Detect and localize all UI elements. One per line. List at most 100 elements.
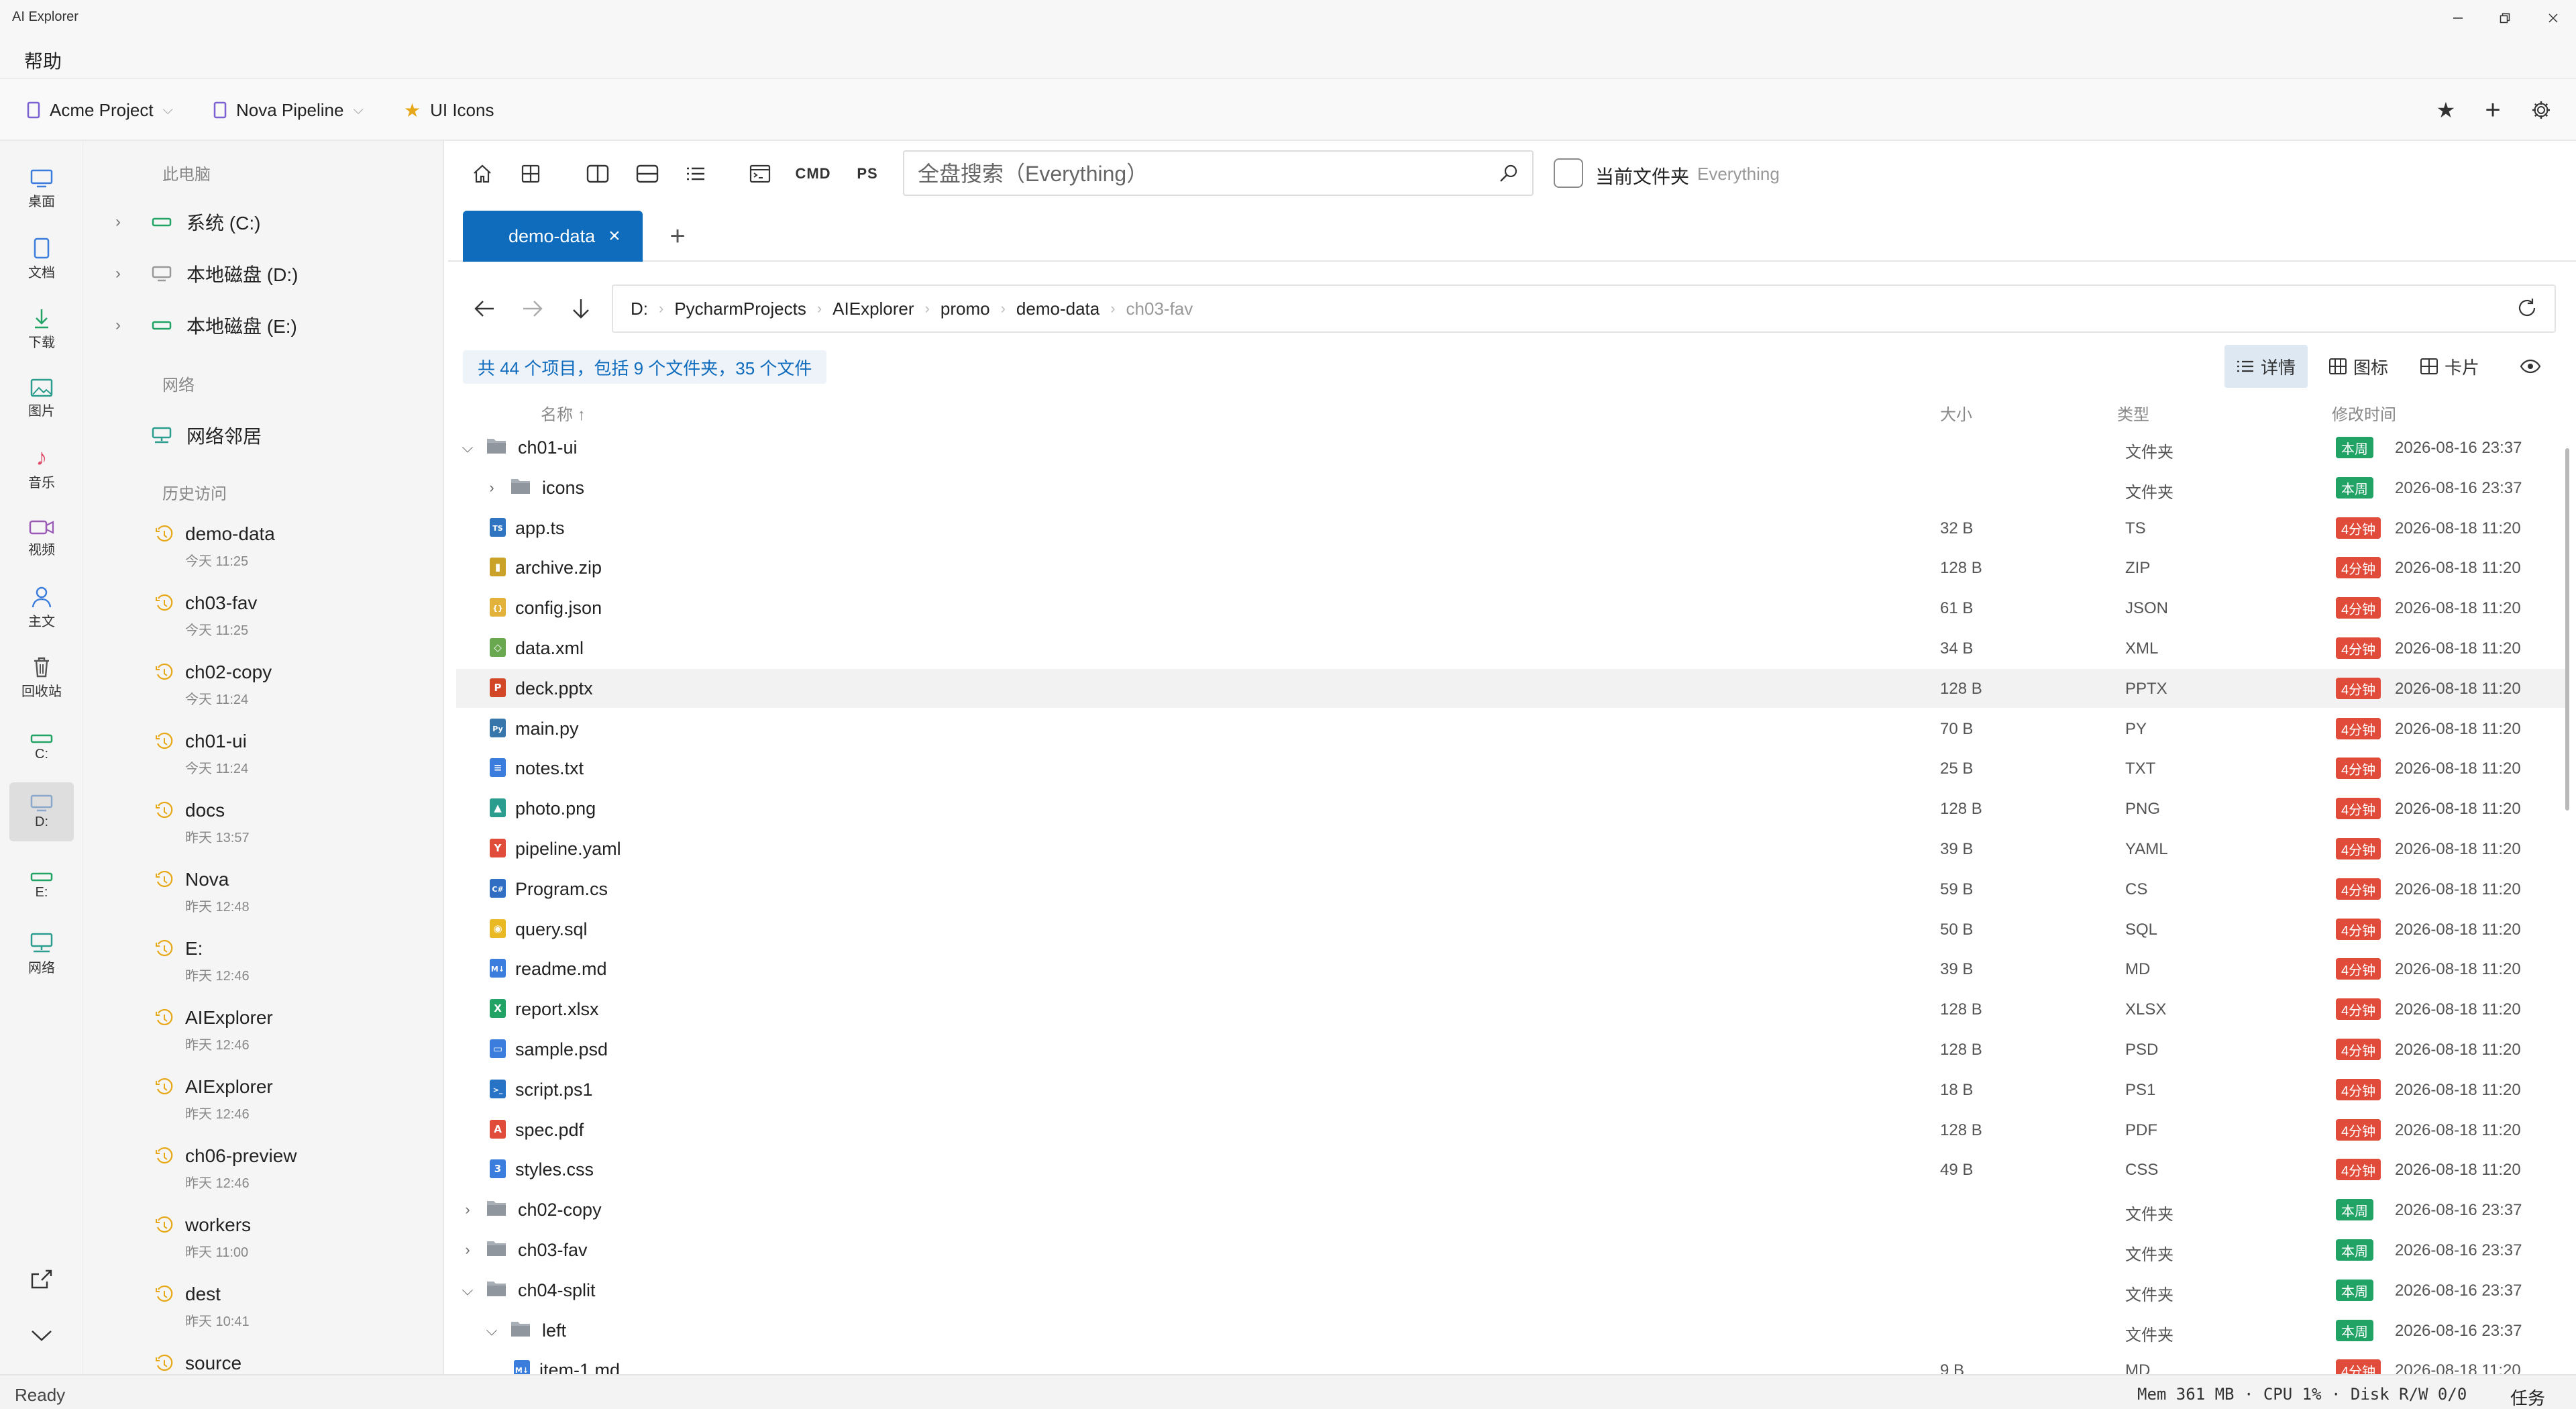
tab-demo-data[interactable]: demo-data × (463, 211, 643, 262)
chevron-down-icon[interactable]: ⌵ (459, 439, 476, 456)
powershell-button[interactable]: PS (851, 157, 884, 191)
rail-documents[interactable]: 文档 (9, 229, 74, 289)
new-tab-button[interactable]: + (657, 216, 698, 256)
add-project-button[interactable]: + (2478, 95, 2508, 125)
file-row[interactable]: ▮ archive.zip 128 B ZIP 4分钟 2026-08-18 11:20 (456, 548, 2569, 587)
history-item[interactable]: ch06-preview 昨天 12:46 (153, 1143, 435, 1207)
breadcrumb-item[interactable]: PycharmProjects (674, 299, 806, 319)
terminal-button[interactable] (745, 157, 775, 191)
column-size[interactable]: 大小 (1940, 401, 1972, 425)
file-row[interactable]: C# Program.cs 59 B CS 4分钟 2026-08-18 11:20 (456, 870, 2569, 908)
view-details-button[interactable]: 详情 (2224, 345, 2308, 388)
file-row[interactable]: Pdeck.pptx 128 B PPTX 4分钟 2026-08-18 11:20 (456, 669, 2569, 708)
chevron-right-icon[interactable]: › (459, 1201, 476, 1218)
project-nova[interactable]: Nova Pipeline ⌵ (213, 79, 364, 141)
file-row[interactable]: ▭ sample.psd 128 B PSD 4分钟 2026-08-18 11:20 (456, 1030, 2569, 1069)
project-ui-icons[interactable]: ★ UI Icons (404, 79, 494, 141)
chevron-down-icon[interactable]: ⌵ (459, 1282, 476, 1299)
breadcrumb-item[interactable]: D: (631, 299, 648, 319)
history-item[interactable]: Nova 昨天 12:48 (153, 866, 435, 931)
file-row[interactable]: ≡ notes.txt 25 B TXT 4分钟 2026-08-18 11:20 (456, 749, 2569, 788)
history-item[interactable]: source昨天 10:41 (153, 1350, 435, 1374)
column-modified[interactable]: 修改时间 (2332, 401, 2396, 425)
history-item[interactable]: ch03-fav 今天 11:25 (153, 590, 435, 654)
rail-pictures[interactable]: 图片 (9, 369, 74, 428)
rail-home[interactable]: 主文 (9, 578, 74, 637)
file-row[interactable]: ⌵ ch01-ui 文件夹 本周 2026-08-16 23:37 (456, 428, 2569, 467)
rail-drive-e[interactable]: E: (9, 856, 74, 915)
file-row[interactable]: › ch02-copy 文件夹 本周 2026-08-16 23:37 (456, 1190, 2569, 1229)
open-external-button[interactable] (9, 1252, 74, 1306)
column-type[interactable]: 类型 (2117, 401, 2149, 425)
home-button[interactable] (467, 157, 498, 191)
cmd-button[interactable]: CMD (793, 157, 833, 191)
address-bar[interactable]: D: › PycharmProjects › AIExplorer › promo › demo… (612, 284, 2556, 333)
close-button[interactable] (2538, 4, 2568, 32)
history-item[interactable]: AIExplorer 昨天 12:46 (153, 1074, 435, 1138)
file-row[interactable]: ⌵ ch04-split 文件夹 本周 2026-08-16 23:37 (456, 1271, 2569, 1310)
breadcrumb-item[interactable]: ch03-fav (1126, 299, 1193, 319)
chevron-down-icon[interactable]: ⌵ (483, 1322, 500, 1339)
tree-drive-c[interactable]: › 系统 (C:) (110, 205, 260, 239)
file-row[interactable]: Py main.py 70 B PY 4分钟 2026-08-18 11:20 (456, 709, 2569, 748)
split-vertical-button[interactable] (582, 157, 613, 191)
breadcrumb-item[interactable]: promo (941, 299, 990, 319)
search-input[interactable] (918, 160, 1468, 188)
rail-desktop[interactable]: 桌面 (9, 160, 74, 219)
file-row[interactable]: Aspec.pdf 128 B PDF 4分钟 2026-08-18 11:20 (456, 1110, 2569, 1149)
rail-music[interactable]: ♪ 音乐 (9, 439, 74, 498)
refresh-button[interactable] (2516, 297, 2538, 319)
history-item[interactable]: ch01-ui 今天 11:24 (153, 728, 435, 792)
menu-help[interactable]: 帮助 (24, 47, 62, 74)
tasks-button[interactable]: 任务 (2510, 1385, 2545, 1409)
rail-network[interactable]: 网络 (9, 925, 74, 984)
minimize-button[interactable] (2443, 4, 2473, 32)
history-item[interactable]: docs 昨天 13:57 (153, 797, 435, 862)
rail-drive-d[interactable]: D: (9, 782, 74, 841)
file-row[interactable]: ◇ data.xml 34 B XML 4分钟 2026-08-18 11:20 (456, 629, 2569, 668)
history-item[interactable]: workers 昨天 11:00 (153, 1212, 435, 1276)
history-item[interactable]: dest 昨天 10:41 (153, 1281, 435, 1345)
file-row[interactable]: Xreport.xlsx 128 B XLSX 4分钟 2026-08-18 11:20 (456, 990, 2569, 1029)
back-button[interactable] (467, 291, 502, 326)
file-row[interactable]: M↓ readme.md 39 B MD 4分钟 2026-08-18 11:20 (456, 949, 2569, 988)
chevron-right-icon[interactable]: › (110, 264, 152, 283)
history-item[interactable]: ch02-copy 今天 11:24 (153, 659, 435, 723)
collapse-rail-button[interactable] (9, 1308, 74, 1362)
rail-downloads[interactable]: 下载 (9, 299, 74, 358)
file-row[interactable]: › icons 文件夹 本周 2026-08-16 23:37 (456, 468, 2569, 507)
project-acme[interactable]: Acme Project ⌵ (27, 79, 173, 141)
file-row[interactable]: 3 styles.css 49 B CSS 4分钟 2026-08-18 11:20 (456, 1150, 2569, 1189)
rail-recycle-bin[interactable]: 回收站 (9, 648, 74, 707)
tree-drive-e[interactable]: › 本地磁盘 (E:) (110, 309, 297, 342)
close-tab-icon[interactable]: × (608, 226, 621, 246)
restore-button[interactable] (2490, 4, 2520, 32)
chevron-right-icon[interactable]: › (483, 479, 500, 497)
history-item[interactable]: E: 昨天 12:46 (153, 935, 435, 1000)
search-button[interactable] (1499, 164, 1519, 184)
file-row[interactable]: ◉ query.sql 50 B SQL 4分钟 2026-08-18 11:20 (456, 910, 2569, 949)
preview-toggle-button[interactable] (2508, 345, 2553, 388)
file-row[interactable]: ▲ photo.png 128 B PNG 4分钟 2026-08-18 11:20 (456, 789, 2569, 828)
tree-drive-d[interactable]: › 本地磁盘 (D:) (110, 257, 298, 291)
chevron-right-icon[interactable]: › (459, 1241, 476, 1259)
settings-button[interactable] (2526, 95, 2556, 125)
file-row[interactable]: >_ script.ps1 18 B PS1 4分钟 2026-08-18 11:20 (456, 1070, 2569, 1109)
column-name[interactable]: 名称 ↑ (541, 401, 586, 425)
tree-network[interactable]: 网络邻居 (152, 419, 262, 452)
history-item[interactable]: demo-data 今天 11:25 (153, 521, 435, 585)
up-button[interactable] (564, 291, 598, 326)
split-horizontal-button[interactable] (632, 157, 663, 191)
file-row[interactable]: › ch03-fav 文件夹 本周 2026-08-16 23:37 (456, 1231, 2569, 1269)
history-item[interactable]: AIExplorer 昨天 12:46 (153, 1004, 435, 1069)
forward-button[interactable] (515, 291, 550, 326)
breadcrumb-item[interactable]: AIExplorer (833, 299, 914, 319)
view-icons-button[interactable]: 图标 (2317, 345, 2400, 388)
favorite-star-button[interactable]: ★ (2431, 95, 2461, 125)
breadcrumb-item[interactable]: demo-data (1016, 299, 1099, 319)
view-cards-button[interactable]: 卡片 (2408, 345, 2491, 388)
current-folder-checkbox[interactable] (1554, 158, 1583, 188)
rail-videos[interactable]: 视频 (9, 509, 74, 568)
chevron-right-icon[interactable]: › (110, 213, 152, 231)
chevron-right-icon[interactable]: › (110, 316, 152, 335)
